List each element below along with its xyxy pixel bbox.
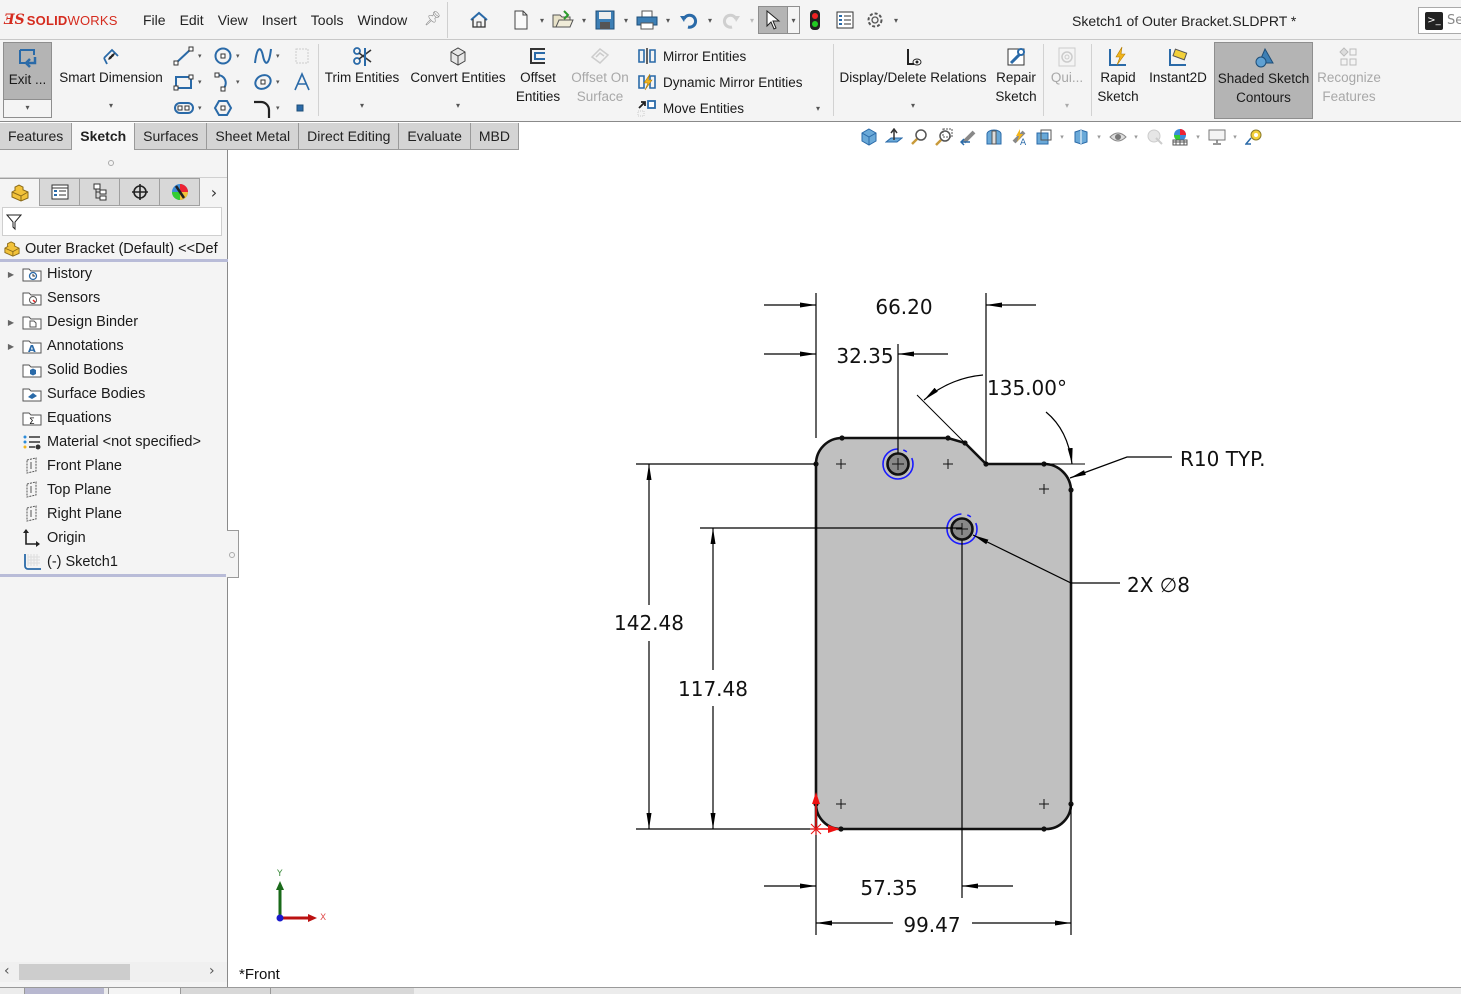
tab-navigation-buttons[interactable] <box>24 988 104 994</box>
dimension-text-overall-height[interactable]: 142.48 <box>614 611 684 635</box>
solidworks-window: ƎS SOLIDWORKS File Edit View Insert Tool… <box>0 0 1461 994</box>
bottom-tab-bar <box>0 987 1461 994</box>
tab-model[interactable] <box>108 988 180 994</box>
dimension-text-hole1-x[interactable]: 32.35 <box>836 344 893 368</box>
triad-x-label: X <box>320 913 326 923</box>
sketch-canvas: 66.20 32.35 135.00° R10 TYP. 2X ∅8 142.4… <box>276 293 1265 937</box>
fillet-note-leader[interactable] <box>1069 456 1172 479</box>
tab-motion-study[interactable] <box>270 988 414 994</box>
reference-triad: Y X <box>276 869 326 923</box>
dimension-text-hole2-x[interactable]: 57.35 <box>860 876 917 900</box>
sketch-profile[interactable] <box>814 436 1073 831</box>
note-fillet-radius[interactable]: R10 TYP. <box>1180 447 1265 471</box>
tab-3d-views[interactable] <box>180 988 270 994</box>
note-hole-diameter[interactable]: 2X ∅8 <box>1127 573 1190 597</box>
dimension-text-top-width[interactable]: 66.20 <box>875 295 932 319</box>
view-orientation-label: *Front <box>239 966 280 983</box>
dimension-text-hole2-y[interactable]: 117.48 <box>678 677 748 701</box>
dimension-142-48[interactable] <box>636 463 816 830</box>
triad-y-label: Y <box>276 869 283 879</box>
dimension-text-overall-width[interactable]: 99.47 <box>903 913 960 937</box>
dimension-text-chamfer-angle[interactable]: 135.00° <box>987 376 1067 400</box>
